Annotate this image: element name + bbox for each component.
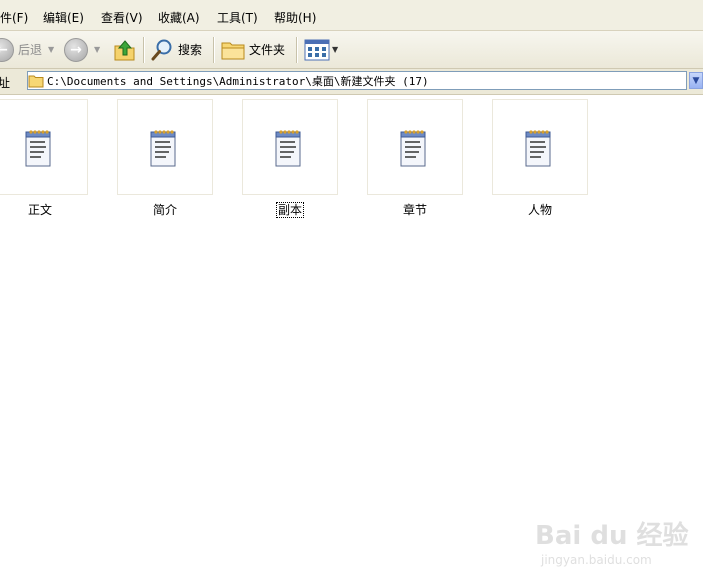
views-icon xyxy=(304,39,330,60)
menu-bar: 件(F) 编辑(E) 查看(V) 收藏(A) 工具(T) 帮助(H) xyxy=(0,0,703,31)
chevron-down-icon: ▼ xyxy=(692,76,700,86)
search-label: 搜索 xyxy=(178,43,203,57)
folder-up-icon xyxy=(114,39,135,60)
menu-favorites[interactable]: 收藏(A) xyxy=(158,9,200,26)
folders-label: 文件夹 xyxy=(249,43,286,57)
menu-view[interactable]: 查看(V) xyxy=(101,9,143,26)
address-bar: 址 C:\Documents and Settings\Administrato… xyxy=(0,69,703,95)
file-thumbnail xyxy=(117,99,213,195)
notepad-icon xyxy=(275,130,301,167)
forward-button[interactable]: → ▼ xyxy=(64,31,100,68)
chevron-down-icon: ▼ xyxy=(332,45,339,54)
notepad-icon xyxy=(400,130,426,167)
notepad-icon xyxy=(150,130,176,167)
watermark: Bai du 经验 jingyan.baidu.com xyxy=(535,513,695,573)
file-item[interactable]: 副本 xyxy=(242,99,338,219)
file-name: 章节 xyxy=(402,203,427,217)
search-icon xyxy=(151,39,172,60)
file-item[interactable]: 人物 xyxy=(492,99,588,219)
file-thumbnail xyxy=(492,99,588,195)
file-view: 正文 简介 副本 章节 人物 Bai du 经验 jingyan.baidu.c… xyxy=(0,95,703,567)
toolbar: ← 后退 ▼ → ▼ 搜索 文件夹 ▼ xyxy=(0,31,703,69)
file-name: 简介 xyxy=(152,203,177,217)
back-arrow-icon: ← xyxy=(0,37,14,62)
folder-icon xyxy=(28,75,44,87)
file-thumbnail xyxy=(367,99,463,195)
file-item[interactable]: 简介 xyxy=(117,99,213,219)
file-item[interactable]: 正文 xyxy=(0,99,88,219)
address-path: C:\Documents and Settings\Administrator\… xyxy=(47,74,429,88)
watermark-url: jingyan.baidu.com xyxy=(541,553,652,567)
menu-edit[interactable]: 编辑(E) xyxy=(43,9,84,26)
address-input[interactable]: C:\Documents and Settings\Administrator\… xyxy=(27,71,687,90)
address-dropdown-button[interactable]: ▼ xyxy=(689,72,703,89)
file-thumbnail xyxy=(242,99,338,195)
menu-help[interactable]: 帮助(H) xyxy=(274,9,316,26)
forward-arrow-icon: → xyxy=(64,37,88,62)
file-name: 人物 xyxy=(527,203,552,217)
watermark-logo: Bai du 经验 xyxy=(535,521,689,551)
notepad-icon xyxy=(525,130,551,167)
file-name: 副本 xyxy=(275,202,305,218)
folders-button[interactable]: 文件夹 xyxy=(221,31,285,68)
file-name: 正文 xyxy=(27,203,52,217)
up-folder-button[interactable] xyxy=(113,31,137,68)
folder-icon xyxy=(221,42,245,59)
search-button[interactable]: 搜索 xyxy=(150,31,202,68)
menu-file[interactable]: 件(F) xyxy=(0,9,28,26)
file-thumbnail xyxy=(0,99,88,195)
menu-tools[interactable]: 工具(T) xyxy=(217,9,258,26)
back-label: 后退 xyxy=(18,43,43,57)
chevron-down-icon: ▼ xyxy=(94,45,101,54)
address-label: 址 xyxy=(0,76,11,90)
notepad-icon xyxy=(25,130,51,167)
views-button[interactable]: ▼ xyxy=(304,31,338,68)
back-button[interactable]: ← 后退 ▼ xyxy=(0,31,54,68)
file-item[interactable]: 章节 xyxy=(367,99,463,219)
chevron-down-icon: ▼ xyxy=(48,45,55,54)
